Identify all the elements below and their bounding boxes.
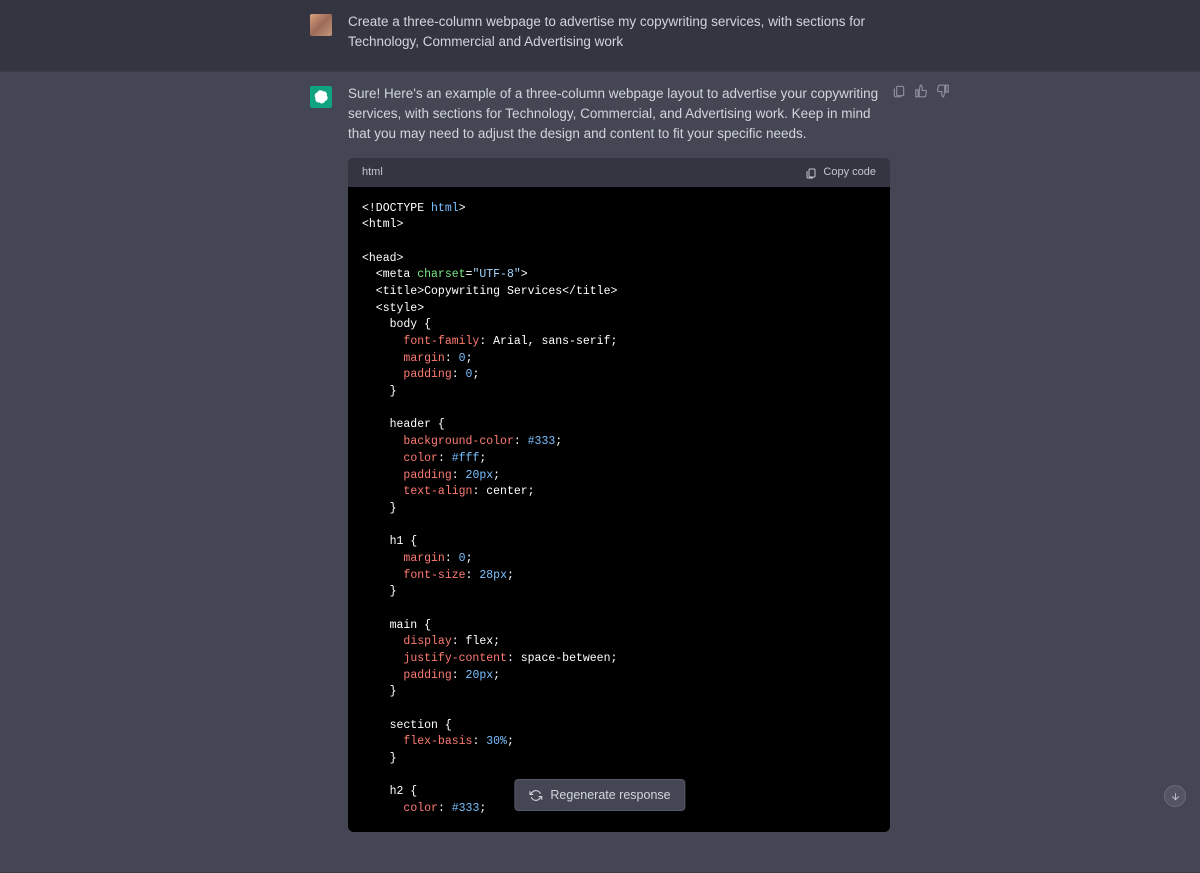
thumbs-down-icon[interactable]	[936, 84, 950, 98]
copy-icon[interactable]	[892, 84, 906, 98]
code-block-content[interactable]: <!DOCTYPE html> <html> <head> <meta char…	[348, 187, 890, 832]
clipboard-icon	[805, 167, 817, 179]
code-block: html Copy code <!DOCTYPE html> <html> <h…	[348, 158, 890, 831]
assistant-message-text: Sure! Here's an example of a three-colum…	[348, 84, 890, 145]
message-actions	[892, 84, 950, 98]
user-message-row: Create a three-column webpage to adverti…	[0, 0, 1200, 71]
assistant-message-content: Sure! Here's an example of a three-colum…	[348, 84, 890, 832]
scroll-to-bottom-button[interactable]	[1164, 785, 1186, 807]
assistant-avatar	[310, 86, 332, 108]
user-message-inner: Create a three-column webpage to adverti…	[310, 12, 890, 53]
copy-code-label: Copy code	[823, 164, 876, 181]
regenerate-response-button[interactable]: Regenerate response	[514, 779, 685, 811]
refresh-icon	[529, 789, 542, 802]
user-avatar	[310, 14, 332, 36]
user-message-text: Create a three-column webpage to adverti…	[348, 12, 890, 53]
code-language-label: html	[362, 164, 383, 181]
regenerate-response-label: Regenerate response	[550, 788, 670, 802]
code-block-header: html Copy code	[348, 158, 890, 187]
copy-code-button[interactable]: Copy code	[805, 164, 876, 181]
arrow-down-icon	[1170, 791, 1181, 802]
thumbs-up-icon[interactable]	[914, 84, 928, 98]
assistant-message-row: Sure! Here's an example of a three-colum…	[0, 71, 1200, 873]
assistant-message-inner: Sure! Here's an example of a three-colum…	[310, 84, 890, 832]
